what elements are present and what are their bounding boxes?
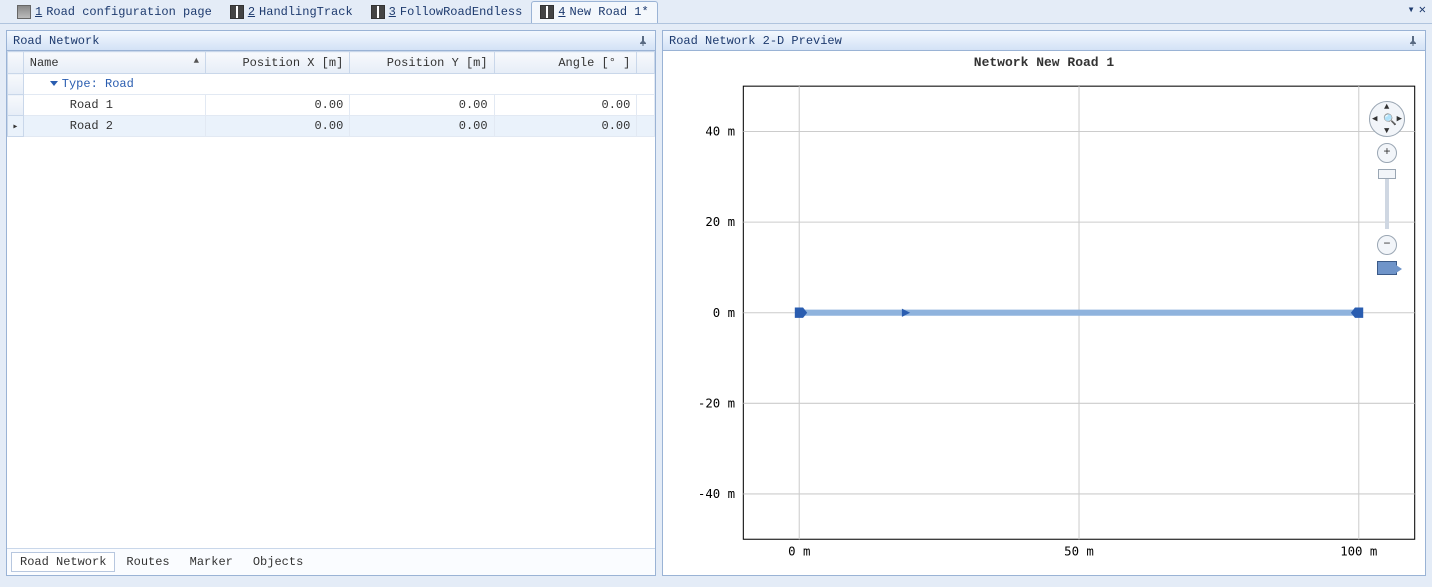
tab-new-road-1[interactable]: 4 New Road 1* [531,1,657,23]
col-angle[interactable]: Angle [° ] [494,52,637,74]
pin-icon[interactable] [637,35,649,47]
road-grid[interactable]: Name ▲ Position X [m] Position Y [m] Ang… [7,51,655,549]
cell-posx[interactable]: 0.00 [206,95,350,116]
cell-posy[interactable]: 0.00 [350,116,494,137]
close-tab-button[interactable]: ✕ [1419,2,1426,17]
panel-title-text: Road Network 2-D Preview [669,34,842,48]
panel-title-text: Road Network [13,34,99,48]
pan-down-button[interactable]: ▼ [1384,126,1389,136]
zoom-out-button[interactable]: − [1377,235,1397,255]
pan-left-button[interactable]: ◀ [1372,114,1377,124]
road-icon [371,5,385,19]
camera-icon[interactable] [1377,261,1397,275]
tab-accelerator: 3 [389,5,396,19]
collapse-icon [50,81,58,86]
cell-angle[interactable]: 0.00 [494,116,637,137]
workspace: Road Network Name ▲ Position X [m] [0,24,1432,582]
tab-overflow-dropdown[interactable]: ▾ [1408,2,1415,17]
svg-text:-20 m: -20 m [698,396,735,410]
svg-text:0 m: 0 m [788,545,810,559]
row-header-selected [8,116,24,137]
view-nav-widget: ▲ ▼ ◀ ▶ 🔍 + − [1367,101,1407,275]
bottom-tab-routes[interactable]: Routes [117,552,178,572]
scrollbar-gutter [637,52,655,74]
sort-asc-icon: ▲ [194,56,199,66]
cell-name[interactable]: Road 1 [23,95,205,116]
zoom-in-button[interactable]: + [1377,143,1397,163]
tab-accelerator: 1 [35,5,42,19]
bottom-tab-marker[interactable]: Marker [181,552,242,572]
tab-label: FollowRoadEndless [400,5,522,19]
group-type-road[interactable]: Type: Road [23,74,654,95]
road-network-2d-preview-panel: Road Network 2-D Preview Network New Roa… [662,30,1426,576]
road-end-marker[interactable] [1351,308,1363,318]
tab-handlingtrack[interactable]: 2 HandlingTrack [221,1,362,23]
tab-road-config[interactable]: 1 Road configuration page [8,1,221,23]
table-row[interactable]: Road 2 0.00 0.00 0.00 [8,116,655,137]
table-row[interactable]: Road 1 0.00 0.00 0.00 [8,95,655,116]
left-bottom-tabs: Road Network Routes Marker Objects [7,549,655,575]
svg-text:-40 m: -40 m [698,487,735,501]
road-start-marker[interactable] [795,308,807,318]
col-position-x[interactable]: Position X [m] [206,52,350,74]
road-network-panel: Road Network Name ▲ Position X [m] [6,30,656,576]
pin-icon[interactable] [1407,35,1419,47]
zoom-slider-track[interactable] [1385,169,1389,229]
bottom-tab-road-network[interactable]: Road Network [11,552,115,572]
tab-label: HandlingTrack [259,5,353,19]
document-tabstrip: 1 Road configuration page 2 HandlingTrac… [0,0,1432,24]
config-icon [17,5,31,19]
tab-label: Road configuration page [46,5,212,19]
pan-up-button[interactable]: ▲ [1384,102,1389,112]
svg-text:50 m: 50 m [1064,545,1094,559]
tab-accelerator: 2 [248,5,255,19]
row-header [8,95,24,116]
cell-posx[interactable]: 0.00 [206,116,350,137]
tab-accelerator: 4 [558,5,565,19]
pan-pad: ▲ ▼ ◀ ▶ 🔍 [1369,101,1405,137]
svg-text:100 m: 100 m [1340,545,1377,559]
svg-text:20 m: 20 m [705,215,735,229]
row-header-col [8,52,24,74]
cell-posy[interactable]: 0.00 [350,95,494,116]
svg-text:0 m: 0 m [713,306,735,320]
chart-svg: 40 m 20 m 0 m -20 m -40 m 0 m 50 m 100 m [663,74,1425,572]
col-position-y[interactable]: Position Y [m] [350,52,494,74]
zoom-fit-button[interactable]: 🔍 [1383,113,1397,127]
col-name[interactable]: Name ▲ [23,52,205,74]
tab-followroadendless[interactable]: 3 FollowRoadEndless [362,1,532,23]
pan-right-button[interactable]: ▶ [1397,114,1402,124]
road-icon [230,5,244,19]
cell-angle[interactable]: 0.00 [494,95,637,116]
row-header [8,74,24,95]
cell-name[interactable]: Road 2 [23,116,205,137]
svg-text:40 m: 40 m [705,125,735,139]
zoom-slider-thumb[interactable] [1378,169,1396,179]
bottom-tab-objects[interactable]: Objects [244,552,312,572]
chart-title: Network New Road 1 [663,51,1425,74]
road-icon [540,5,554,19]
tab-label: New Road 1* [570,5,649,19]
chart-area[interactable]: Network New Road 1 40 m 20 m 0 m -20 m [663,51,1425,575]
